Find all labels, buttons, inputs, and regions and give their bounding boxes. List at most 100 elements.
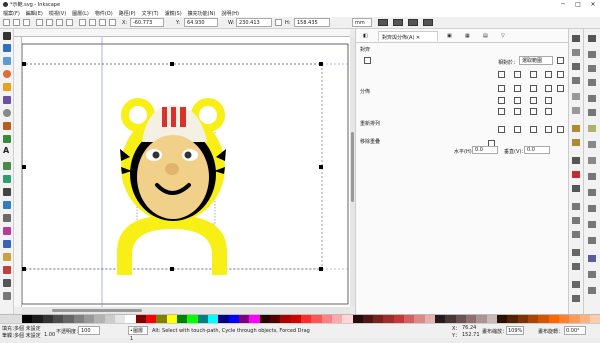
- zoom-input[interactable]: 109%: [506, 326, 524, 335]
- copy-icon[interactable]: [572, 157, 580, 164]
- canvas[interactable]: [22, 37, 350, 307]
- deselect-icon[interactable]: [23, 19, 30, 26]
- align-center-horizontal-icon[interactable]: [530, 85, 537, 92]
- swatch[interactable]: [125, 315, 136, 323]
- snap-midpoint-icon[interactable]: [588, 189, 596, 196]
- lpe-tool-icon[interactable]: [3, 292, 11, 300]
- swatch[interactable]: [383, 315, 394, 323]
- undo-icon[interactable]: [572, 125, 580, 132]
- swatch[interactable]: [393, 315, 405, 323]
- distribute-middle-icon[interactable]: [514, 108, 521, 115]
- node-tool-icon[interactable]: [3, 44, 11, 52]
- align-left-to-right-icon[interactable]: [557, 71, 564, 78]
- ellipse-tool-icon[interactable]: [3, 70, 11, 78]
- menu-filters[interactable]: 濾鏡(S): [165, 10, 182, 17]
- swatch[interactable]: [156, 315, 167, 323]
- swatch[interactable]: [300, 315, 312, 323]
- swatch[interactable]: [218, 315, 229, 323]
- swatch[interactable]: [259, 315, 270, 323]
- panel-tab-filter-icon[interactable]: ▽: [498, 31, 508, 41]
- swatch[interactable]: [538, 315, 549, 323]
- snap-toggle-icon[interactable]: [588, 35, 596, 42]
- swatch[interactable]: [114, 315, 126, 323]
- horizontal-scroll-thumb[interactable]: [52, 309, 142, 312]
- rect-tool-icon[interactable]: [3, 57, 11, 65]
- swatch[interactable]: [435, 315, 446, 323]
- swatch[interactable]: [352, 315, 363, 323]
- panel-tab-transform-icon[interactable]: ▤: [480, 31, 491, 41]
- export-icon[interactable]: [572, 107, 580, 114]
- swatch[interactable]: [507, 315, 518, 323]
- swatch[interactable]: [104, 315, 115, 323]
- swatch[interactable]: [166, 315, 177, 323]
- align-left-icon[interactable]: [514, 71, 521, 78]
- eraser-tool-icon[interactable]: [3, 266, 11, 274]
- align-top-to-bottom-icon[interactable]: [557, 85, 564, 92]
- panel-tab-layers-icon[interactable]: ▦: [462, 31, 473, 41]
- distribute-left-icon[interactable]: [498, 97, 505, 104]
- snap-grid-icon[interactable]: [588, 271, 596, 278]
- new-doc-icon[interactable]: [572, 35, 580, 42]
- panel-tab-objects-icon[interactable]: ▣: [444, 31, 455, 41]
- h-gap-input[interactable]: 0.0: [472, 146, 498, 154]
- swatch[interactable]: [528, 315, 539, 323]
- distribute-bottom-icon[interactable]: [530, 108, 537, 115]
- swatch[interactable]: [290, 315, 301, 323]
- swatch[interactable]: [342, 315, 353, 323]
- swatch[interactable]: [321, 315, 332, 323]
- rotate-cw-icon[interactable]: [46, 19, 53, 26]
- horizontal-scrollbar[interactable]: [22, 307, 350, 314]
- menu-edit[interactable]: 編輯(E): [26, 10, 43, 17]
- swatch[interactable]: [94, 315, 105, 323]
- swatch[interactable]: [311, 315, 322, 323]
- vertical-scroll-thumb[interactable]: [351, 132, 354, 202]
- clone-icon[interactable]: [572, 263, 580, 270]
- rearrange-graph-icon[interactable]: [498, 126, 505, 133]
- swatch[interactable]: [466, 315, 477, 323]
- snap-bbox-icon[interactable]: [588, 51, 596, 58]
- snap-intersection-icon[interactable]: [588, 157, 596, 164]
- opacity-input[interactable]: 100: [78, 326, 100, 335]
- raise-icon[interactable]: [99, 19, 106, 26]
- swatch[interactable]: [63, 315, 74, 323]
- snap-text-baseline-icon[interactable]: [588, 237, 596, 244]
- lower-bottom-icon[interactable]: [79, 19, 86, 26]
- ungroup-icon[interactable]: [572, 295, 580, 302]
- rotate-input[interactable]: 0.00°: [564, 326, 586, 335]
- transform-gradient-icon[interactable]: [408, 19, 418, 26]
- cut-icon[interactable]: [572, 171, 580, 178]
- redo-icon[interactable]: [572, 139, 580, 146]
- distribute-center-icon[interactable]: [514, 97, 521, 104]
- snap-guide-icon[interactable]: [588, 287, 596, 294]
- align-center-vertical-icon[interactable]: [530, 71, 537, 78]
- connector-tool-icon[interactable]: [3, 201, 11, 209]
- align-right-to-left-icon[interactable]: [498, 71, 505, 78]
- import-icon[interactable]: [572, 93, 580, 100]
- spiral-tool-icon[interactable]: [3, 109, 11, 117]
- swatch[interactable]: [331, 315, 343, 323]
- swatch[interactable]: [517, 315, 529, 323]
- snap-nodes-icon[interactable]: [588, 125, 596, 132]
- paint-bucket-tool-icon[interactable]: [3, 253, 11, 261]
- snap-rotation-center-icon[interactable]: [588, 221, 596, 228]
- selector-tool-icon[interactable]: [3, 32, 11, 40]
- gradient-tool-icon[interactable]: [3, 227, 11, 235]
- pen-tool-icon[interactable]: [3, 135, 11, 143]
- exchange-clockwise-icon[interactable]: [545, 126, 552, 133]
- unit-select[interactable]: mm: [352, 18, 372, 27]
- align-bottom-to-top-icon[interactable]: [498, 85, 505, 92]
- select-all-layers-icon[interactable]: [13, 19, 20, 26]
- paste-icon[interactable]: [572, 185, 580, 192]
- swatch[interactable]: [73, 315, 84, 323]
- mesh-tool-icon[interactable]: [3, 240, 11, 248]
- measure-tool-icon[interactable]: [3, 214, 11, 222]
- snap-bbox-corner-icon[interactable]: [588, 79, 596, 86]
- swatch[interactable]: [197, 315, 208, 323]
- zoom-page-icon[interactable]: [572, 231, 580, 238]
- transform-pattern-icon[interactable]: [423, 19, 433, 26]
- snap-bbox-edge-icon[interactable]: [588, 65, 596, 72]
- dropper-tool-icon[interactable]: [3, 188, 11, 196]
- rotate-ccw-icon[interactable]: [36, 19, 43, 26]
- menu-view[interactable]: 檢視(V): [49, 10, 66, 17]
- treat-as-group-icon[interactable]: [557, 57, 564, 64]
